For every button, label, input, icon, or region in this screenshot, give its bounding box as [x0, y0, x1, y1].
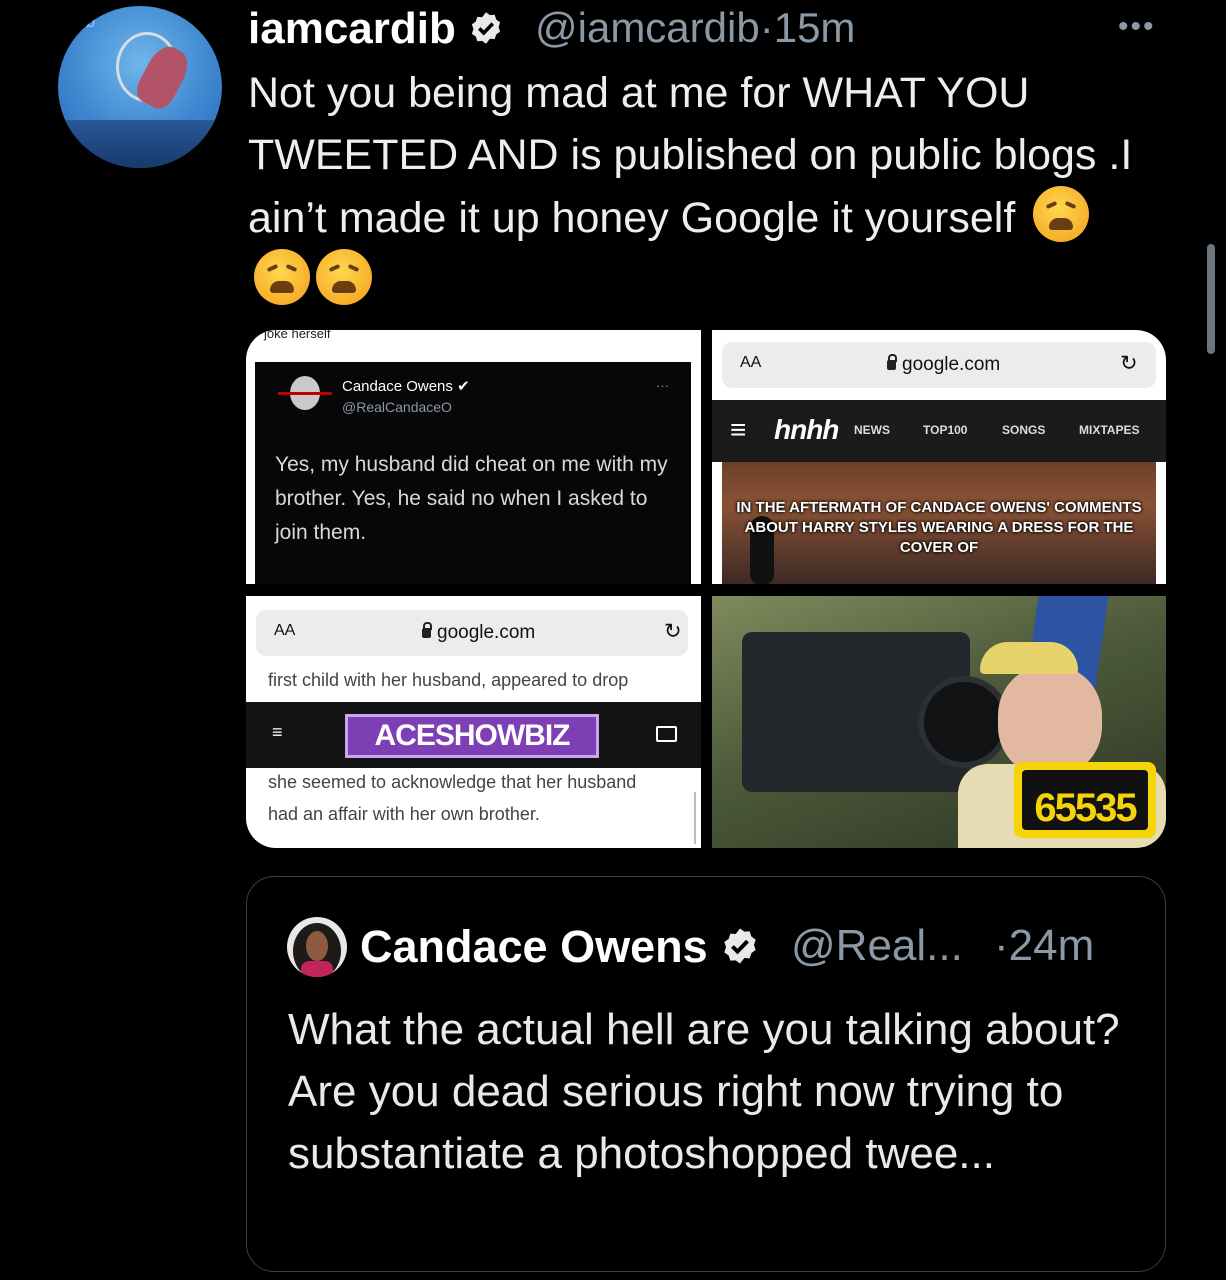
site-logo: ACESHOWBIZ: [345, 714, 599, 758]
article-text-bottom: she seemed to acknowledge that her husba…: [268, 766, 636, 830]
scrollbar[interactable]: [1207, 244, 1215, 354]
camera-lens-shape: [918, 676, 1010, 768]
hamburger-menu-icon: ≡: [730, 414, 747, 445]
article-hero-image: IN THE AFTERMATH OF CANDACE OWENS' COMME…: [722, 462, 1156, 584]
quoted-author-name[interactable]: Candace Owens: [360, 921, 760, 973]
tweet-body: Not you being mad at me for WHAT YOU TWE…: [248, 69, 1133, 242]
author-avatar[interactable]: upb: [58, 6, 222, 168]
nav-item: MIXTAPES: [1079, 423, 1140, 437]
browser-url-bar: AA google.com ↻: [722, 342, 1156, 388]
more-options-icon[interactable]: •••: [1118, 10, 1156, 44]
tweet-timestamp[interactable]: 15m: [774, 4, 856, 51]
media-grid: joke herself Candace Owens ✔ @RealCandac…: [246, 330, 1166, 848]
quoted-text-line: Are you dead serious right now trying to…: [288, 1067, 1064, 1178]
nav-item: SONGS: [1002, 423, 1046, 437]
verified-badge-icon: [468, 4, 504, 54]
weary-face-emoji-icon: [316, 249, 372, 305]
page-scroll-indicator: [694, 792, 696, 844]
cameraman-face: [998, 666, 1102, 776]
browser-url-bar: AA google.com ↻: [256, 610, 688, 656]
hamburger-menu-icon: ≡: [272, 722, 283, 742]
reload-icon: ↻: [1120, 352, 1138, 375]
screenshot-avatar: [278, 376, 332, 410]
meme-badge-number: 65535K: [1022, 770, 1148, 830]
meme-badge: 65535K: [1014, 762, 1156, 838]
site-nav-bar: ≡ ACESHOWBIZ: [246, 702, 701, 768]
screenshot-name: Candace Owens ✔: [342, 378, 470, 395]
author-name-text: iamcardib: [248, 4, 456, 53]
reload-icon: ↻: [664, 620, 682, 643]
media-image-4[interactable]: 65535K: [712, 596, 1166, 848]
weary-face-emoji-icon: [254, 249, 310, 305]
quoted-tweet-text: What the actual hell are you talking abo…: [288, 999, 1148, 1185]
article-text-top: first child with her husband, appeared t…: [268, 670, 629, 690]
nav-item: TOP100: [923, 423, 968, 437]
verified-badge-icon: [720, 921, 760, 972]
avatar-watermark: upb: [70, 14, 96, 31]
media-image-2[interactable]: AA google.com ↻ ≡ hnhh NEWS TOP100 SONGS…: [712, 330, 1166, 584]
mail-icon: [656, 726, 677, 742]
lock-icon: [887, 354, 897, 370]
verified-badge-icon: ✔: [457, 378, 470, 395]
article-line: she seemed to acknowledge that her husba…: [268, 772, 637, 792]
time-separator: ·: [759, 4, 774, 51]
weary-face-emoji-icon: [1033, 186, 1090, 242]
article-line: had an affair with her own brother.: [268, 804, 540, 824]
url-text: google.com: [887, 354, 1000, 376]
lock-icon: [422, 622, 432, 638]
quoted-text-line: What the actual hell are you talking abo…: [288, 1005, 1120, 1054]
quoted-author-handle[interactable]: @Real...: [791, 921, 963, 971]
avatar-skyline: [58, 120, 222, 168]
screenshot-handle: @RealCandaceO: [342, 399, 452, 415]
screenshot-more-icon: ···: [656, 378, 669, 393]
media-image-3[interactable]: AA google.com ↻ first child with her hus…: [246, 596, 701, 848]
author-handle-time: @iamcardib·15m: [535, 4, 855, 52]
quoted-tweet-timestamp[interactable]: ·24m: [994, 921, 1094, 971]
author-display-name[interactable]: iamcardib: [248, 4, 504, 54]
tweet-text: Not you being mad at me for WHAT YOU TWE…: [248, 62, 1148, 312]
quoted-tweet[interactable]: Candace Owens @Real... ·24m What the act…: [246, 876, 1166, 1272]
url-text: google.com: [422, 622, 535, 644]
quoted-author-name-text: Candace Owens: [360, 921, 708, 972]
reader-aa-label: AA: [740, 354, 762, 371]
cameraman-cap: [980, 642, 1078, 674]
site-logo: hnhh: [774, 414, 839, 445]
nav-item: NEWS: [854, 423, 890, 437]
screenshot-tweet-text: Yes, my husband did cheat on me with my …: [275, 453, 668, 544]
quoted-author-avatar[interactable]: [287, 917, 347, 977]
author-handle[interactable]: @iamcardib: [535, 4, 760, 51]
media-image-1[interactable]: joke herself Candace Owens ✔ @RealCandac…: [246, 330, 701, 584]
site-nav-bar: ≡ hnhh NEWS TOP100 SONGS MIXTAPES: [712, 400, 1166, 462]
cropped-text: joke herself: [264, 330, 331, 341]
reader-aa-label: AA: [274, 622, 296, 639]
article-caption: IN THE AFTERMATH OF CANDACE OWENS' COMME…: [736, 499, 1142, 556]
